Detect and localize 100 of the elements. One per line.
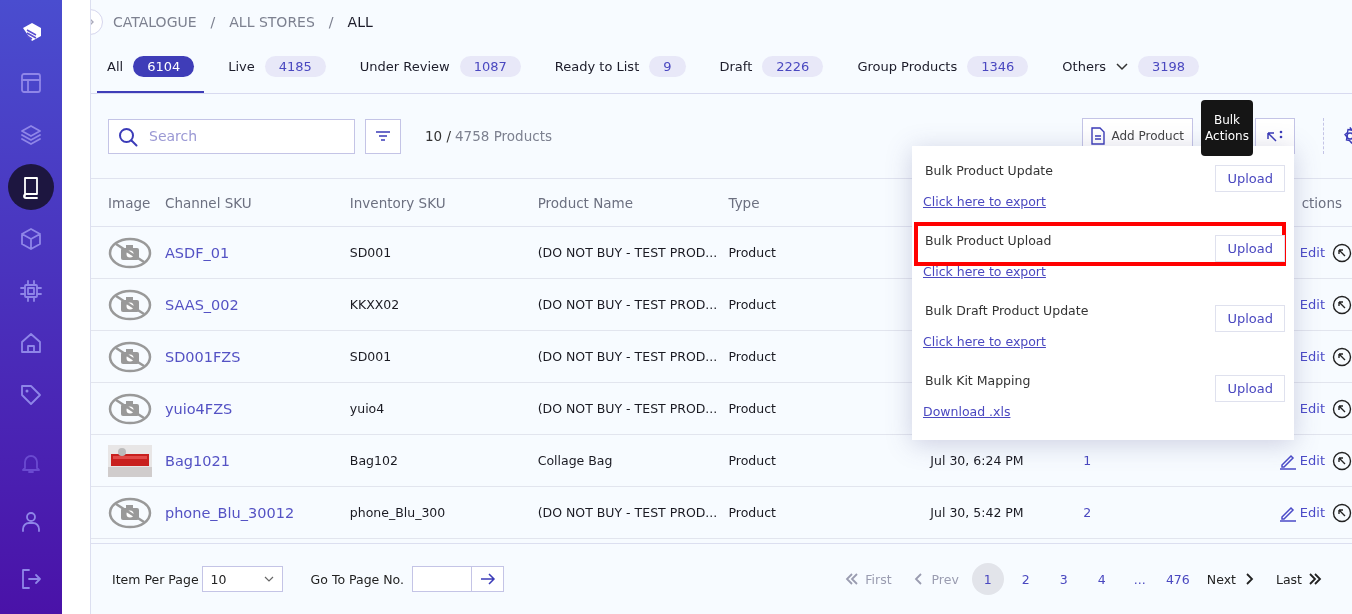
table-cell: (DO NOT BUY - TEST PROD... (537, 297, 718, 312)
upload-button[interactable]: Upload (1215, 164, 1285, 192)
arrow-right-icon (479, 573, 496, 585)
chevron-down-icon (1116, 62, 1128, 71)
tab[interactable]: Draft 2226 (709, 56, 834, 93)
export-link[interactable]: Click here to export (923, 334, 1046, 349)
count-badge: 2226 (762, 56, 824, 77)
tab[interactable]: All 6104 (97, 56, 205, 93)
column-header: Inventory SKU (349, 194, 446, 211)
channel-sku-link[interactable]: SD001FZS (164, 348, 241, 365)
export-link[interactable]: Click here to export (923, 264, 1046, 279)
table-cell: Product (728, 505, 776, 520)
column-header: Channel SKU (164, 194, 252, 211)
page-button[interactable]: 2 (1009, 563, 1042, 595)
arrow-circle-icon[interactable] (1332, 398, 1352, 419)
table-cell: Jul 30, 6:24 PM (930, 453, 1024, 468)
table-cell: phone_Blu_300 (349, 505, 446, 520)
per-page-label: Item Per Page (112, 571, 199, 587)
menu-item-title: Bulk Draft Product Update (925, 302, 1089, 318)
filter-button[interactable] (365, 118, 401, 154)
column-header: Type (728, 194, 760, 211)
edit-link[interactable]: Edit (1278, 503, 1325, 522)
export-link[interactable]: Download .xls (923, 404, 1011, 419)
page-button[interactable]: 3 (1047, 563, 1080, 595)
tab[interactable]: Live 4185 (218, 56, 336, 93)
edit-link[interactable]: Edit (1299, 349, 1325, 364)
edit-link[interactable]: Edit (1299, 297, 1325, 312)
count-badge: 4185 (264, 56, 326, 77)
arrow-circle-icon[interactable] (1332, 450, 1352, 471)
table-cell: 2 (1083, 505, 1092, 520)
channel-sku-link[interactable]: ASDF_01 (164, 244, 230, 261)
table-cell: KKXX02 (349, 297, 400, 312)
channel-sku-link[interactable]: SAAS_002 (164, 296, 239, 313)
tab[interactable]: Others 3198 (1052, 56, 1210, 93)
pagination-next-button[interactable]: Next (1206, 571, 1256, 587)
tab[interactable]: Group Products 1346 (847, 56, 1039, 93)
menu-item-title: Bulk Product Update (925, 162, 1053, 178)
edit-link[interactable]: Edit (1299, 245, 1325, 260)
product-total: 4758 Products (455, 128, 552, 144)
per-page-select[interactable]: 10 (201, 566, 283, 592)
table-cell: Bag102 (349, 453, 398, 468)
menu-item-title: Bulk Kit Mapping (925, 372, 1031, 388)
count-badge: 1087 (459, 56, 521, 77)
count-badge: 1346 (967, 56, 1029, 77)
no-image-icon (108, 236, 152, 269)
breadcrumb-separator: / (328, 14, 334, 30)
table-cell: Product (728, 453, 776, 468)
table-cell: (DO NOT BUY - TEST PROD... (537, 245, 718, 260)
menu-item-title: Bulk Product Upload (925, 232, 1052, 248)
arrow-circle-icon[interactable] (1332, 346, 1352, 367)
channel-sku-link[interactable]: Bag1021 (164, 452, 230, 469)
channel-sku-link[interactable]: phone_Blu_30012 (164, 504, 295, 521)
go-to-page-label: Go To Page No. (310, 571, 405, 587)
no-image-icon (108, 288, 152, 321)
table-cell: (DO NOT BUY - TEST PROD... (537, 505, 718, 520)
double-chevron-left-icon (845, 573, 860, 585)
column-header: Image (108, 194, 151, 211)
edit-link[interactable]: Edit (1299, 401, 1325, 416)
table-cell: SD001 (349, 349, 392, 364)
product-count: 10 / (425, 128, 452, 144)
table-cell: (DO NOT BUY - TEST PROD... (537, 401, 718, 416)
filter-icon (375, 130, 391, 142)
breadcrumb-separator: / (210, 14, 216, 30)
count-badge: 6104 (133, 56, 195, 77)
edit-link[interactable]: Edit (1278, 451, 1325, 470)
page-button[interactable]: 4 (1085, 563, 1118, 595)
go-button[interactable] (472, 566, 505, 592)
tab[interactable]: Ready to List 9 (544, 56, 696, 93)
table-cell: Product (728, 245, 776, 260)
no-image-icon (108, 392, 152, 425)
no-image-icon (108, 340, 152, 373)
table-cell: Collage Bag (537, 453, 613, 468)
breadcrumb-link[interactable]: CATALOGUE (113, 14, 197, 30)
page-button[interactable]: 476 (1161, 563, 1194, 595)
search-icon (118, 126, 138, 147)
book-icon[interactable] (8, 164, 54, 210)
table-cell: yuio4 (349, 401, 385, 416)
arrow-circle-icon[interactable] (1332, 502, 1352, 523)
table-cell: (DO NOT BUY - TEST PROD... (537, 349, 718, 364)
arrow-circle-icon[interactable] (1332, 294, 1352, 315)
upload-button[interactable]: Upload (1215, 374, 1285, 402)
arrow-circle-icon[interactable] (1332, 242, 1352, 263)
arrow-dots-icon (1266, 129, 1284, 143)
table-cell: Product (728, 349, 776, 364)
search-field[interactable]: Search (108, 118, 355, 154)
upload-button[interactable]: Upload (1215, 234, 1285, 262)
page-number-field[interactable] (412, 566, 473, 592)
no-image-icon (108, 496, 152, 529)
double-chevron-right-icon (1308, 573, 1322, 585)
tab[interactable]: Under Review 1087 (349, 56, 531, 93)
page-button[interactable]: ... (1123, 563, 1156, 595)
page-button[interactable]: 1 (971, 563, 1004, 595)
pagination-last-button[interactable]: Last (1275, 571, 1322, 587)
table-cell: Jul 30, 5:42 PM (930, 505, 1024, 520)
upload-button[interactable]: Upload (1215, 304, 1285, 332)
channel-sku-link[interactable]: yuio4FZS (164, 400, 233, 417)
tooltip: Bulk Actions (1201, 100, 1253, 156)
breadcrumb-link[interactable]: ALL STORES (229, 14, 315, 30)
export-link[interactable]: Click here to export (923, 194, 1046, 209)
table-cell: SD001 (349, 245, 392, 260)
